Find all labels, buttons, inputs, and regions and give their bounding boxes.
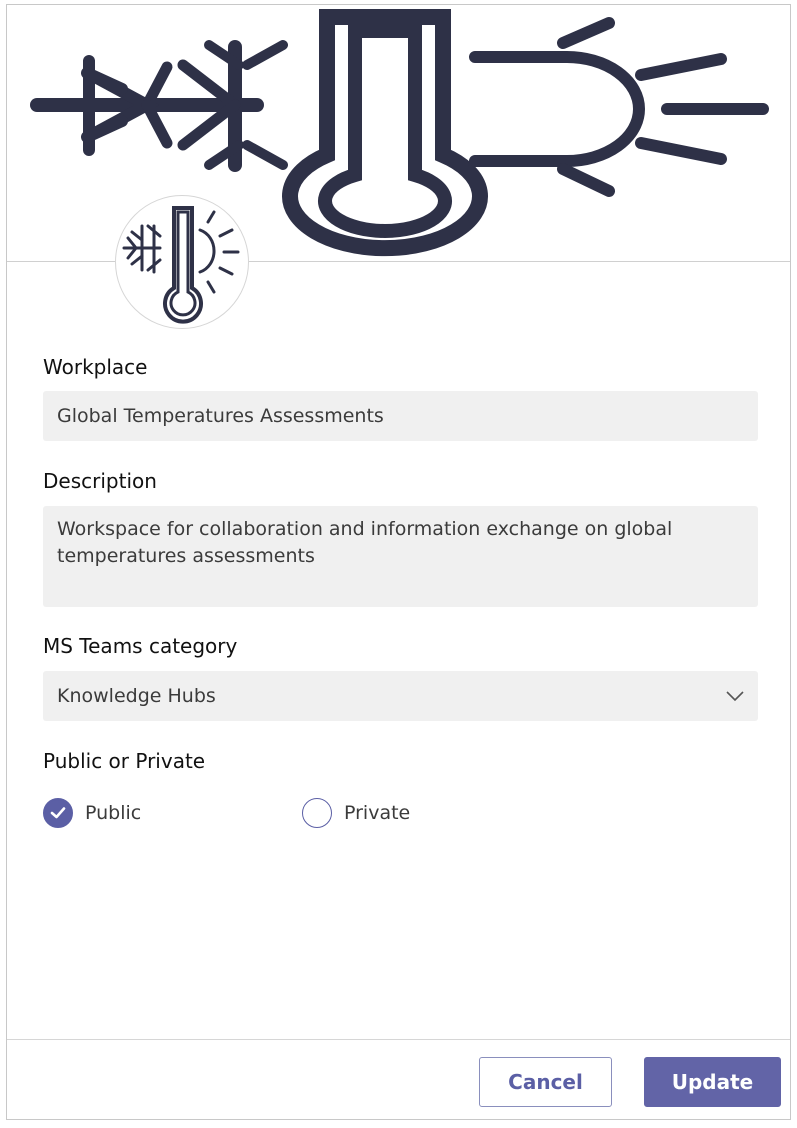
visibility-label: Public or Private	[43, 749, 206, 773]
description-textarea[interactable]: Workspace for collaboration and informat…	[43, 506, 758, 607]
description-label: Description	[43, 469, 157, 493]
team-avatar[interactable]	[115, 195, 249, 329]
radio-public[interactable]: Public	[43, 796, 141, 830]
workplace-label: Workplace	[43, 355, 148, 379]
category-label: MS Teams category	[43, 634, 238, 658]
category-dropdown[interactable]: Knowledge Hubs	[43, 671, 758, 721]
chevron-down-icon	[726, 691, 744, 702]
cancel-button[interactable]: Cancel	[479, 1057, 612, 1107]
radio-private-label: Private	[344, 802, 411, 824]
radio-unchecked-icon	[302, 798, 332, 828]
workplace-input[interactable]: Global Temperatures Assessments	[43, 391, 758, 441]
snowflake-thermometer-sun-icon	[30, 9, 769, 257]
radio-public-label: Public	[85, 802, 142, 824]
radio-checked-icon	[43, 798, 73, 828]
update-button[interactable]: Update	[644, 1057, 781, 1107]
footer-divider	[7, 1039, 790, 1040]
snowflake-thermometer-sun-icon	[122, 206, 240, 324]
radio-private[interactable]: Private	[302, 796, 410, 830]
category-selected-value: Knowledge Hubs	[57, 685, 216, 707]
edit-team-dialog: Workplace Global Temperatures Assessment…	[6, 4, 791, 1120]
header-banner	[7, 5, 790, 261]
